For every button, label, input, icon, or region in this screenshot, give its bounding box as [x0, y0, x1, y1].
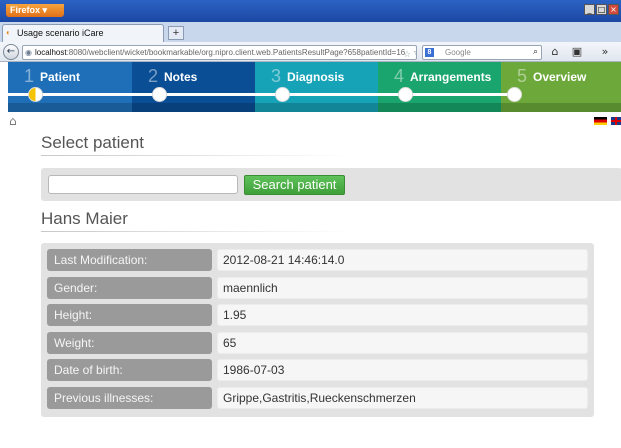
firefox-menu-label: Firefox — [10, 5, 41, 15]
step-shade — [8, 103, 132, 112]
search-patient-button[interactable]: Search patient — [244, 175, 345, 195]
step-shade — [501, 103, 621, 112]
browser-title-bar: Firefox ▾ _ □ × — [0, 0, 621, 22]
step-progress-bar — [378, 93, 501, 96]
patient-search-input[interactable] — [48, 175, 238, 194]
german-flag-icon[interactable] — [594, 117, 607, 125]
url-tools[interactable]: ☆ ▽ C — [403, 51, 416, 60]
step-number: 5 — [517, 66, 528, 86]
home-icon[interactable]: ⌂ — [9, 115, 17, 127]
detail-row: Gender: maennlich — [47, 276, 588, 299]
step-progress-bar — [8, 93, 132, 96]
detail-value: 65 — [217, 331, 588, 354]
tab-favicon-icon: ◐ — [6, 28, 11, 37]
step-number: 4 — [394, 66, 405, 86]
step-dot — [398, 87, 413, 102]
detail-row: Last Modification: 2012-08-21 14:46:14.0 — [47, 249, 588, 271]
step-label: Notes — [164, 70, 198, 84]
patient-name-title: Hans Maier — [41, 209, 128, 228]
tab-title: Usage scenario iCare — [17, 28, 104, 38]
step-label: Diagnosis — [287, 70, 345, 84]
detail-label: Last Modification: — [47, 249, 212, 271]
home-button-icon[interactable]: ⌂ — [548, 46, 562, 58]
maximize-button[interactable]: □ — [596, 4, 607, 15]
title-divider — [41, 155, 351, 156]
patient-details-panel: Last Modification: 2012-08-21 14:46:14.0… — [41, 243, 594, 417]
back-button[interactable]: ← — [3, 44, 19, 60]
wizard-step-notes[interactable]: 2 Notes — [132, 62, 255, 112]
more-tools-icon[interactable]: » — [598, 46, 612, 58]
wizard-step-diagnosis[interactable]: 3 Diagnosis — [255, 62, 378, 112]
step-dot — [507, 87, 522, 102]
step-dot — [152, 87, 167, 102]
detail-value: 1986-07-03 — [217, 359, 588, 382]
url-host: localhost — [35, 48, 67, 57]
step-dot — [275, 87, 290, 102]
url-bar[interactable]: ◉ localhost:8080/webclient/wicket/bookma… — [22, 45, 417, 60]
step-label: Arrangements — [410, 70, 492, 84]
search-bar-placeholder: Google — [445, 48, 471, 57]
step-label: Patient — [40, 70, 81, 84]
detail-value: 2012-08-21 14:46:14.0 — [217, 249, 588, 271]
english-flag-icon[interactable] — [611, 117, 621, 125]
search-engine-icon[interactable]: 8 — [425, 48, 434, 57]
wizard-step-arrangements[interactable]: 4 Arrangements — [378, 62, 501, 112]
language-flags — [594, 117, 621, 125]
wizard-steps: 1 Patient 2 Notes 3 Diagnosis 4 Arrangem… — [8, 62, 621, 112]
browser-tab[interactable]: ◐ Usage scenario iCare — [2, 24, 164, 42]
wizard-step-overview[interactable]: 5 Overview — [501, 62, 621, 112]
step-shade — [132, 103, 255, 112]
detail-row: Previous illnesses: Grippe,Gastritis,Rue… — [47, 386, 588, 409]
step-label: Overview — [533, 70, 587, 84]
detail-row: Height: 1.95 — [47, 304, 588, 327]
step-progress-bar — [132, 93, 255, 96]
tab-strip: ◐ Usage scenario iCare + — [0, 22, 621, 42]
patient-search-panel: Search patient — [41, 168, 621, 201]
wizard-step-patient[interactable]: 1 Patient — [8, 62, 132, 112]
detail-label: Date of birth: — [47, 359, 212, 382]
detail-value: Grippe,Gastritis,Rueckenschmerzen — [217, 386, 588, 409]
step-shade — [378, 103, 501, 112]
step-number: 3 — [271, 66, 282, 86]
detail-label: Previous illnesses: — [47, 386, 212, 409]
title-divider — [41, 231, 351, 232]
close-window-button[interactable]: × — [608, 4, 619, 15]
detail-value: 1.95 — [217, 304, 588, 327]
minimize-button[interactable]: _ — [584, 4, 595, 15]
url-path: :8080/webclient/wicket/bookmarkable/org.… — [66, 48, 406, 57]
search-bar[interactable]: 8 Google ⌕ — [422, 45, 542, 60]
search-go-icon[interactable]: ⌕ — [533, 46, 538, 59]
detail-value: maennlich — [217, 276, 588, 299]
step-shade — [255, 103, 378, 112]
navigation-bar: ← ◉ localhost:8080/webclient/wicket/book… — [0, 42, 621, 62]
firefox-menu-button[interactable]: Firefox ▾ — [6, 4, 64, 17]
detail-label: Gender: — [47, 276, 212, 299]
step-number: 1 — [24, 66, 35, 86]
detail-label: Weight: — [47, 331, 212, 354]
new-tab-button[interactable]: + — [168, 26, 184, 40]
site-identity-icon: ◉ — [25, 48, 32, 57]
step-progress-bar — [255, 93, 378, 96]
select-patient-title: Select patient — [41, 133, 145, 152]
step-number: 2 — [148, 66, 159, 86]
step-dot-active — [28, 87, 43, 102]
window-controls: _ □ × — [584, 4, 619, 15]
detail-row: Weight: 65 — [47, 331, 588, 354]
detail-row: Date of birth: 1986-07-03 — [47, 359, 588, 382]
bookmarks-icon[interactable]: ▣ — [570, 46, 584, 58]
detail-label: Height: — [47, 304, 212, 327]
